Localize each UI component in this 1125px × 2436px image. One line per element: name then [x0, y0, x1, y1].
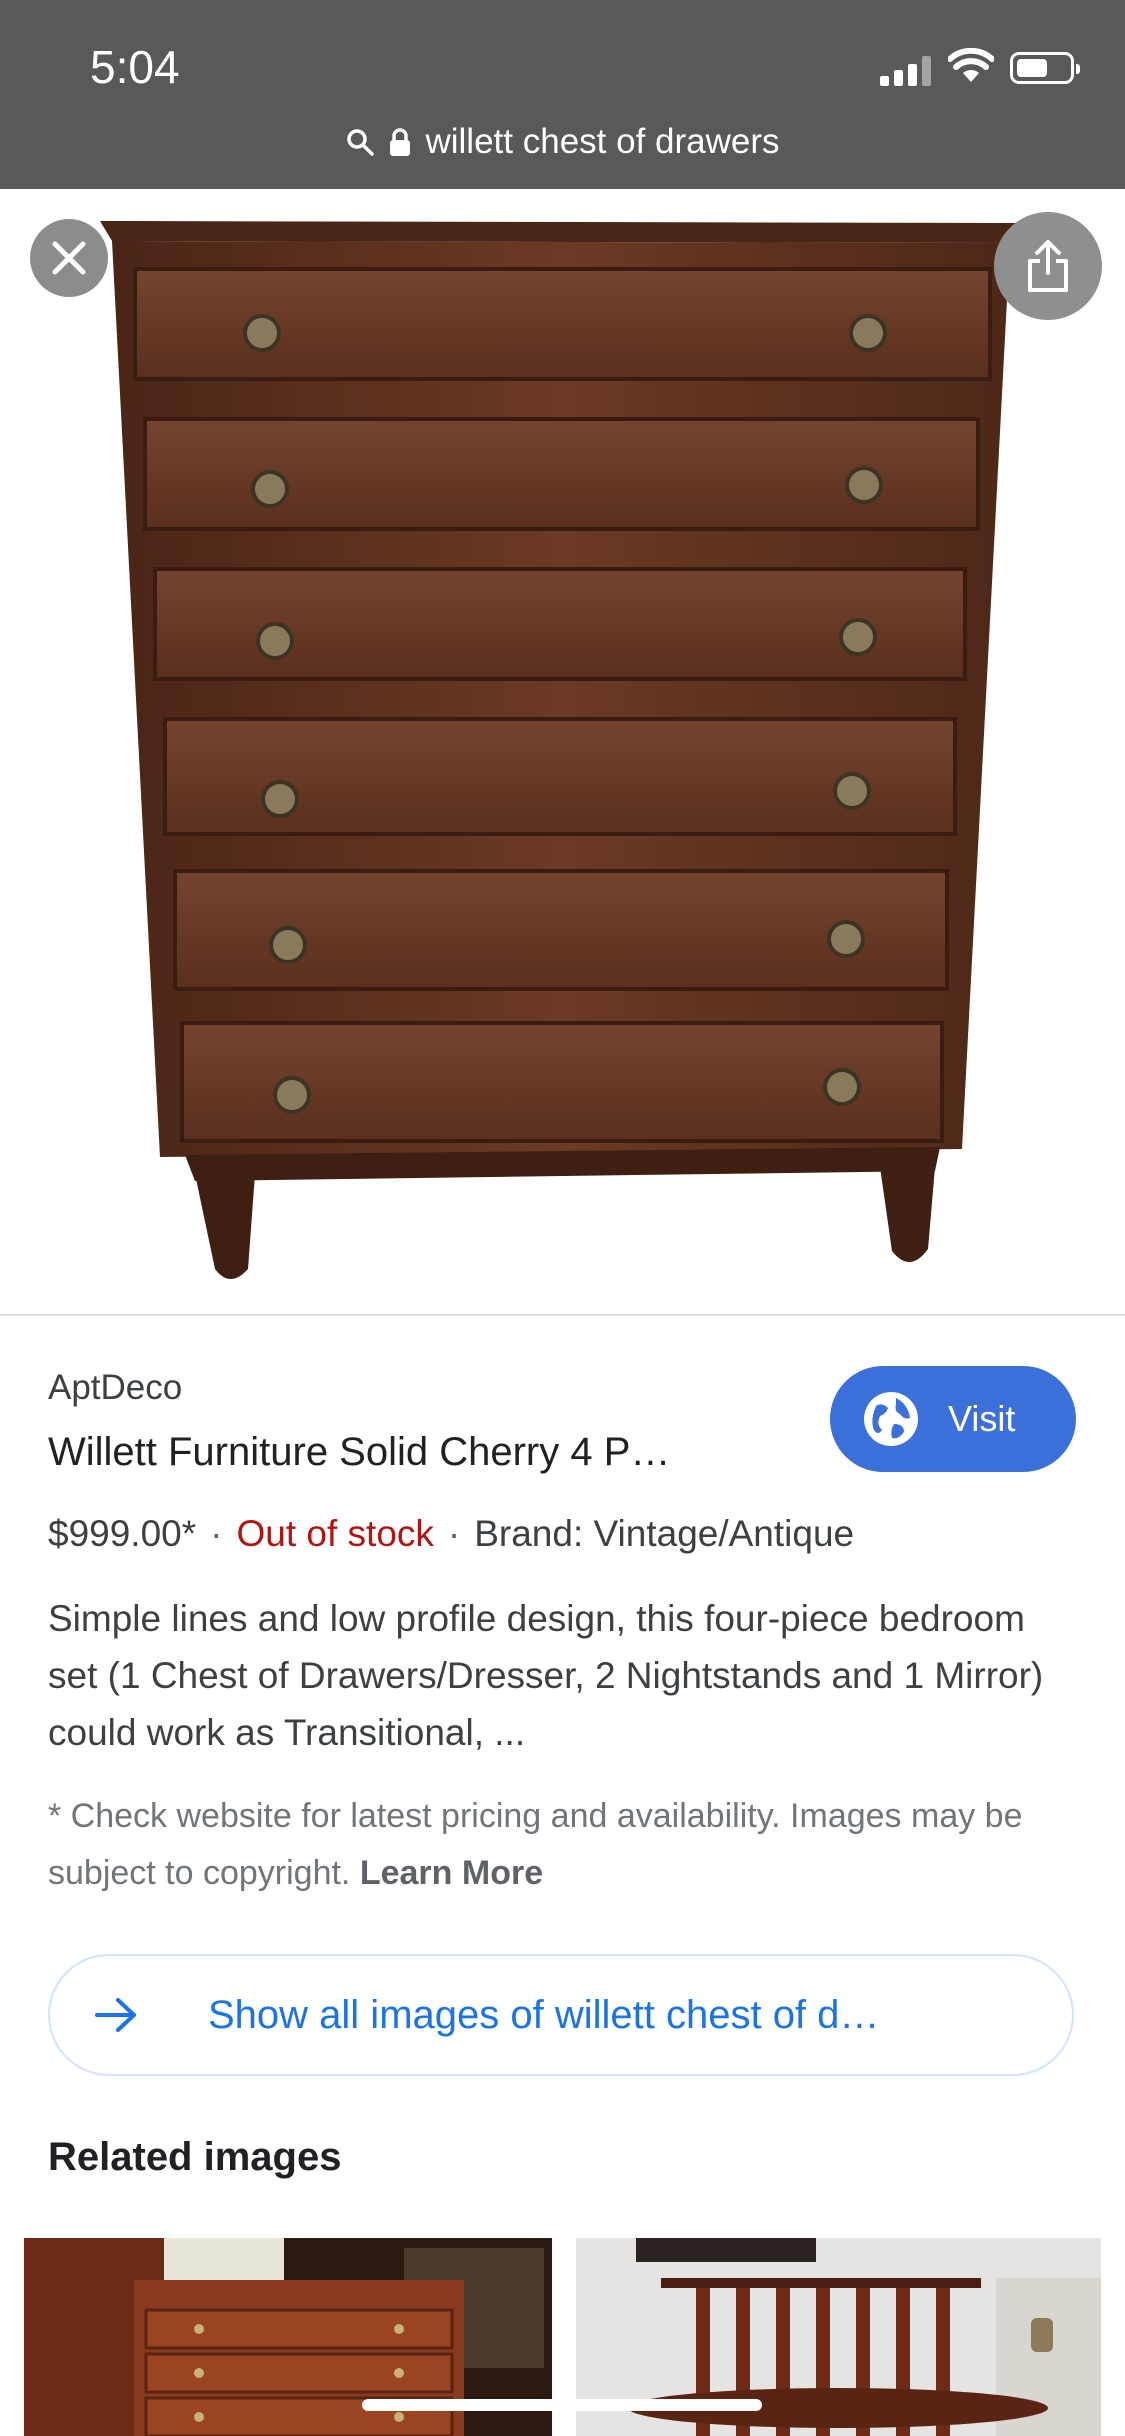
brand: Brand: Vintage/Antique: [474, 1513, 855, 1554]
arrow-right-icon: [94, 1997, 138, 2033]
visit-label: Visit: [948, 1398, 1016, 1439]
chest-of-drawers-image: [100, 221, 1020, 1279]
related-images-heading: Related images: [48, 2135, 342, 2179]
learn-more-link[interactable]: Learn More: [360, 1854, 543, 1892]
visit-button[interactable]: Visit: [830, 1366, 1076, 1472]
result-description: Simple lines and low profile design, thi…: [48, 1598, 1044, 1753]
result-title[interactable]: Willett Furniture Solid Cherry 4 P…: [48, 1430, 670, 1475]
result-meta: $999.00* · Out of stock · Brand: Vintage/Ant…: [48, 1513, 854, 1555]
divider: [0, 1314, 1125, 1316]
home-indicator[interactable]: [362, 2399, 762, 2411]
disclaimer: * Check website for latest pricing and a…: [48, 1788, 1078, 1902]
battery-icon: [1010, 52, 1080, 84]
close-icon: [52, 241, 86, 275]
separator: ·: [210, 1513, 223, 1554]
separator: ·: [447, 1513, 461, 1554]
url-query: willett chest of drawers: [425, 122, 780, 161]
status-time: 5:04: [90, 41, 180, 93]
globe-icon: [862, 1390, 920, 1448]
share-icon: [1028, 240, 1068, 292]
show-all-images-button[interactable]: Show all images of willett chest of d…: [48, 1954, 1074, 2076]
stock-status: Out of stock: [236, 1513, 434, 1554]
search-icon: [345, 127, 375, 157]
wifi-icon: [948, 48, 994, 82]
show-all-label: Show all images of willett chest of d…: [208, 1992, 880, 2037]
close-button[interactable]: [30, 219, 108, 297]
lock-icon: [389, 127, 411, 157]
share-button[interactable]: [994, 212, 1102, 320]
cellular-signal-icon: [880, 56, 934, 86]
url-bar[interactable]: willett chest of drawers: [0, 112, 1125, 172]
result-source: AptDeco: [48, 1368, 183, 1407]
price: $999.00*: [48, 1513, 197, 1554]
result-image[interactable]: [0, 189, 1125, 1315]
status-bar: 5:04 willett chest of drawers: [0, 0, 1125, 189]
